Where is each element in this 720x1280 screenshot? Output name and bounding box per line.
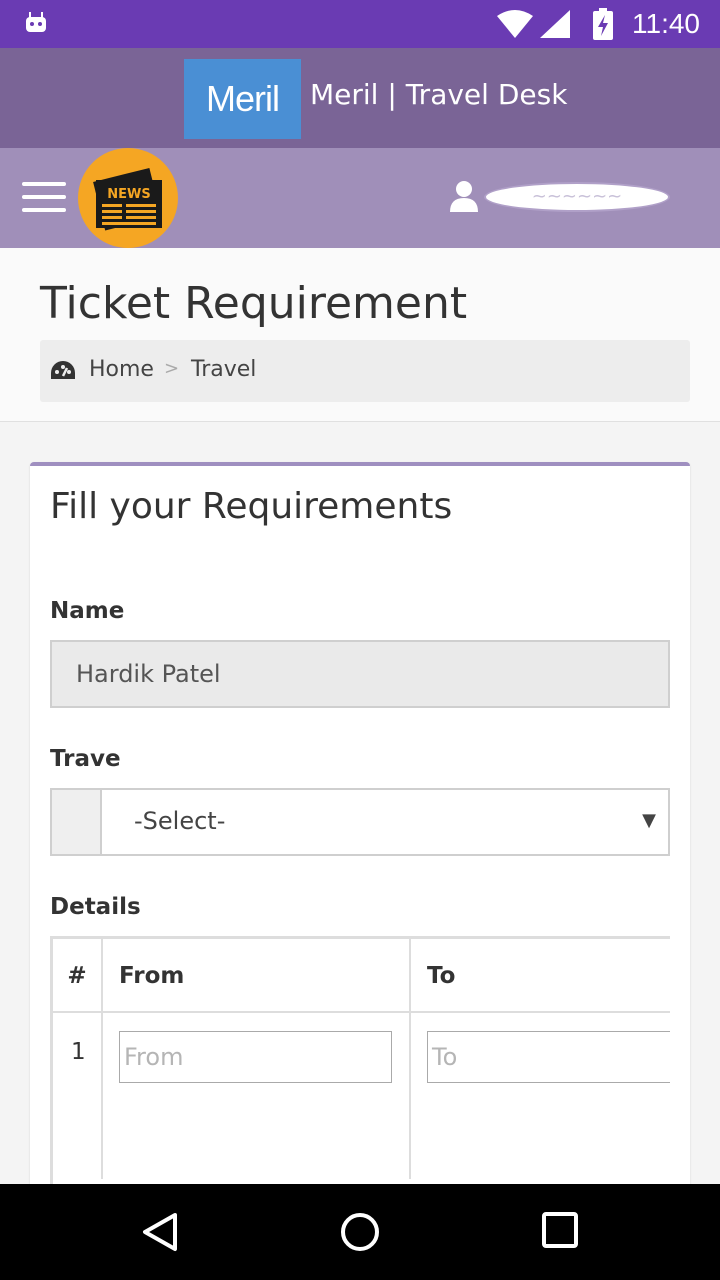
table-cell-to: To <box>411 1013 670 1179</box>
breadcrumb-home[interactable]: Home <box>89 357 154 382</box>
card-title: Fill your Requirements <box>50 486 453 527</box>
newspaper-icon: NEWS <box>93 167 162 231</box>
meril-logo: Meril <box>184 59 301 139</box>
back-icon[interactable] <box>142 1212 178 1252</box>
table-cell-from: From <box>103 1013 411 1179</box>
row-number: 1 <box>71 1039 86 1065</box>
signal-icon <box>540 10 570 38</box>
travel-select[interactable]: -Select- ▼ <box>50 788 670 856</box>
brand-bar: Meril Meril | Travel Desk <box>0 48 720 148</box>
requirements-card: Fill your Requirements Name Hardik Patel… <box>30 462 690 1222</box>
home-icon[interactable] <box>340 1212 380 1252</box>
android-icon <box>26 12 46 32</box>
travel-label: Trave <box>50 746 121 772</box>
system-navigation-bar <box>0 1184 720 1280</box>
table-header-to: To <box>411 939 670 1013</box>
status-time: 11:40 <box>632 8 700 39</box>
app-title: Meril | Travel Desk <box>310 78 568 111</box>
table-header-num: # <box>53 939 103 1013</box>
user-name[interactable]: ~~~~~~ <box>484 182 670 212</box>
recents-icon[interactable] <box>542 1212 578 1248</box>
details-table: # From To 1 From To <box>50 936 670 1196</box>
menu-icon[interactable] <box>22 182 66 212</box>
wifi-icon <box>497 10 533 38</box>
user-icon <box>450 181 478 212</box>
top-navbar: NEWS ~~~~~~ <box>0 148 720 248</box>
dashboard-icon <box>51 361 75 379</box>
status-bar: 11:40 <box>0 0 720 48</box>
table-row: 1 <box>53 1013 103 1179</box>
page-title: Ticket Requirement <box>40 278 468 329</box>
breadcrumb-current: Travel <box>191 357 257 382</box>
table-header-from: From <box>103 939 411 1013</box>
details-label: Details <box>50 894 141 920</box>
breadcrumb: Home > Travel <box>40 340 690 402</box>
chevron-down-icon: ▼ <box>642 810 656 831</box>
battery-charging-icon <box>593 8 613 40</box>
travel-select-value: -Select- <box>134 807 226 835</box>
from-input[interactable]: From <box>119 1031 392 1083</box>
name-field[interactable]: Hardik Patel <box>50 640 670 708</box>
name-label: Name <box>50 598 125 624</box>
news-button[interactable]: NEWS <box>78 148 178 248</box>
page-header: Ticket Requirement Home > Travel <box>0 248 720 422</box>
breadcrumb-separator: > <box>164 358 180 379</box>
select-addon <box>52 790 102 854</box>
news-label: NEWS <box>107 187 150 202</box>
to-input[interactable]: To <box>427 1031 670 1083</box>
